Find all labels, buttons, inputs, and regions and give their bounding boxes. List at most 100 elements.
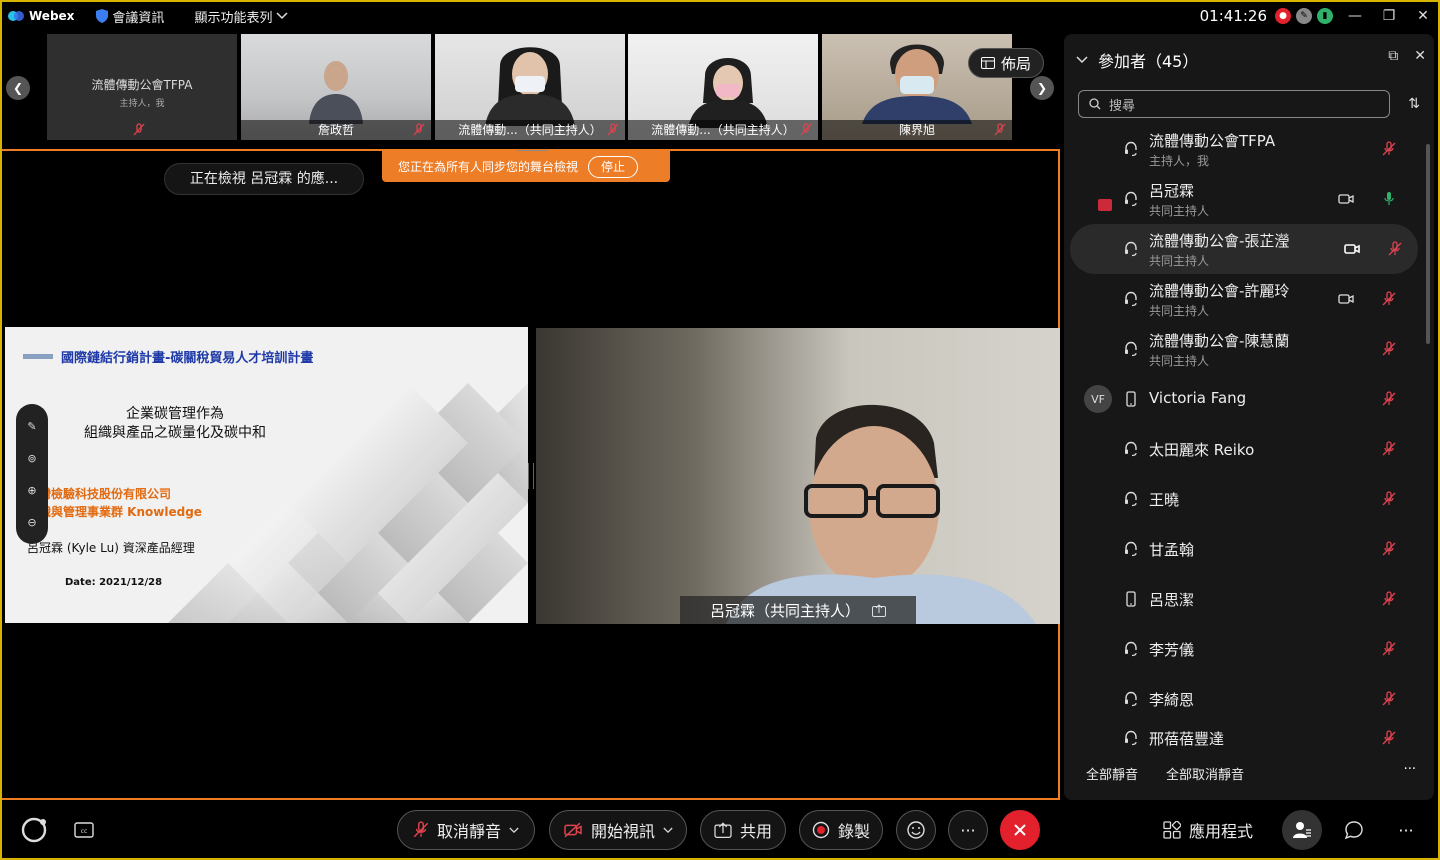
app-name: Webex xyxy=(29,9,75,23)
slide-heading-line: 組織與產品之碳量化及碳中和 xyxy=(84,425,266,441)
record-button[interactable]: 錄製 xyxy=(799,810,883,850)
security-status-icon[interactable]: ✎ xyxy=(1296,8,1312,24)
mic-muted-icon[interactable] xyxy=(1382,141,1396,157)
slide-company: 台灣檢驗科技股份有限公司 知識與管理事業群 Knowledge xyxy=(27,485,202,521)
layout-button[interactable]: 佈局 xyxy=(967,48,1044,78)
thumb-participant[interactable]: 詹政哲 xyxy=(241,34,431,140)
mic-muted-icon[interactable] xyxy=(1388,241,1402,257)
layout-icon xyxy=(980,57,995,69)
participant-row[interactable]: 邢蓓蓓豐達 xyxy=(1064,724,1424,754)
show-menu-label: 顯示功能表列 xyxy=(194,10,273,26)
mic-muted-icon[interactable] xyxy=(1382,591,1396,607)
participant-row[interactable]: 李芳儀 xyxy=(1064,624,1424,674)
more-panels-button[interactable]: ··· xyxy=(1386,810,1426,850)
participant-name: 流體傳動公會-陳慧蘭 xyxy=(1149,332,1290,350)
shared-content-slide: 國際鏈結行銷計畫-碳關稅貿易人才培訓計畫 企業碳管理作為 組織與產品之碳量化及碳… xyxy=(5,327,528,623)
video-thumbnail-strip: ❮ 流體傳動公會TFPA 主持人，我 詹政哲 流體傳動...（共同主持人） 流體… xyxy=(0,32,1062,146)
viewing-indicator[interactable]: 正在檢視 呂冠霖 的應... xyxy=(164,163,364,195)
captions-button[interactable]: cc xyxy=(64,810,104,850)
participants-panel: 參加者（45） ⧉ ✕ 搜尋 ⇅ 流體傳動公會TFPA 主持人，我 呂冠霖 共同主持… xyxy=(1064,34,1434,800)
mic-muted-icon[interactable] xyxy=(1382,391,1396,407)
network-status-icon[interactable]: ▮ xyxy=(1317,8,1333,24)
webex-assistant-button[interactable] xyxy=(14,810,54,850)
camera-icon[interactable] xyxy=(1344,242,1360,256)
participant-row[interactable]: 太田麗來 Reiko xyxy=(1064,424,1424,474)
thumb-participant[interactable]: 流體傳動...（共同主持人） xyxy=(628,34,818,140)
active-speaker-video[interactable]: 呂冠霖（共同主持人） xyxy=(536,328,1060,624)
strip-next-button[interactable]: ❯ xyxy=(1030,76,1054,100)
zoom-in-icon[interactable]: ⊕ xyxy=(27,484,36,497)
stop-sync-button[interactable]: 停止 xyxy=(588,155,639,178)
chat-button[interactable] xyxy=(1334,810,1374,850)
participants-button[interactable] xyxy=(1282,810,1322,850)
close-window-button[interactable]: ✕ xyxy=(1406,0,1440,32)
participant-search[interactable]: 搜尋 xyxy=(1078,90,1390,118)
mic-muted-icon[interactable] xyxy=(1382,341,1396,357)
mic-muted-icon[interactable] xyxy=(1382,291,1396,307)
unmute-button[interactable]: 取消靜音 xyxy=(397,810,535,850)
participant-row[interactable]: 王曉 xyxy=(1064,474,1424,524)
participant-row[interactable]: 呂思潔 xyxy=(1064,574,1424,624)
sync-banner-text: 您正在為所有人同步您的舞台檢視 xyxy=(398,160,579,174)
pointer-icon[interactable]: ⊚ xyxy=(27,452,36,465)
zoom-out-icon[interactable]: ⊖ xyxy=(27,516,36,529)
unmute-all-button[interactable]: 全部取消靜音 xyxy=(1166,764,1244,783)
mic-muted-icon[interactable] xyxy=(1382,491,1396,507)
share-button[interactable]: 共用 xyxy=(700,810,786,850)
thumb-self[interactable]: 流體傳動公會TFPA 主持人，我 xyxy=(47,34,237,140)
headset-icon xyxy=(1125,241,1137,257)
apps-button[interactable]: 應用程式 xyxy=(1152,810,1264,850)
show-menu-button[interactable]: 顯示功能表列 xyxy=(194,7,288,26)
pen-icon[interactable]: ✎ xyxy=(27,420,36,433)
mic-muted-icon[interactable] xyxy=(1382,541,1396,557)
mic-muted-icon[interactable] xyxy=(1382,691,1396,707)
participant-row[interactable]: 甘孟翰 xyxy=(1064,524,1424,574)
participant-row[interactable]: 流體傳動公會-陳慧蘭 共同主持人 xyxy=(1064,324,1424,374)
mute-all-button[interactable]: 全部靜音 xyxy=(1086,764,1138,783)
mic-muted-icon[interactable] xyxy=(1382,641,1396,657)
split-divider-handle[interactable] xyxy=(528,463,534,489)
participant-role: 共同主持人 xyxy=(1149,204,1210,218)
thumb-participant[interactable]: 流體傳動...（共同主持人） xyxy=(435,34,625,140)
more-options-button[interactable]: ··· xyxy=(948,810,988,850)
leave-meeting-button[interactable] xyxy=(1000,810,1040,850)
thumb-name: 流體傳動...（共同主持人） xyxy=(628,120,818,140)
participant-list-scrollbar[interactable] xyxy=(1426,144,1430,344)
panel-header[interactable]: 參加者（45） xyxy=(1076,48,1198,72)
participant-name: 太田麗來 Reiko xyxy=(1149,441,1255,459)
meeting-info-button[interactable]: 會議資訊 xyxy=(96,7,164,26)
recording-status-icon[interactable]: ● xyxy=(1275,8,1291,24)
popout-icon[interactable]: ⧉ xyxy=(1388,48,1398,64)
reactions-button[interactable] xyxy=(896,810,936,850)
meeting-clock: 01:41:26 xyxy=(1199,7,1267,25)
slide-company-line: 台灣檢驗科技股份有限公司 xyxy=(27,487,172,501)
mic-muted-icon xyxy=(413,821,429,838)
mic-muted-icon[interactable] xyxy=(1382,730,1396,746)
participant-row[interactable]: 呂冠霖 共同主持人 xyxy=(1064,174,1424,224)
video-off-icon xyxy=(564,822,582,838)
close-panel-icon[interactable]: ✕ xyxy=(1414,48,1426,64)
participant-row[interactable]: 流體傳動公會TFPA 主持人，我 xyxy=(1064,124,1424,174)
close-icon xyxy=(1014,824,1026,836)
participant-row[interactable]: 李綺恩 xyxy=(1064,674,1424,724)
participant-row[interactable]: 流體傳動公會-許麗玲 共同主持人 xyxy=(1064,274,1424,324)
panel-more-button[interactable]: ··· xyxy=(1404,762,1416,777)
mic-active-icon[interactable] xyxy=(1382,191,1396,207)
minimize-button[interactable]: — xyxy=(1338,0,1372,32)
restore-button[interactable]: ❐ xyxy=(1372,0,1406,32)
chat-icon xyxy=(1344,821,1363,840)
headset-icon xyxy=(1125,291,1137,307)
avatar: VF xyxy=(1084,385,1112,413)
participant-row[interactable]: VF Victoria Fang xyxy=(1064,374,1424,424)
strip-prev-button[interactable]: ❮ xyxy=(6,76,30,100)
sharing-indicator-icon xyxy=(1098,199,1112,211)
meeting-controls: cc 取消靜音 開始視訊 共用 錄製 ··· 應用程式 ··· xyxy=(0,802,1440,860)
slide-company-line: 知識與管理事業群 Knowledge xyxy=(27,505,202,519)
participant-row[interactable]: 流體傳動公會-張芷瀅 共同主持人 xyxy=(1070,224,1418,274)
start-video-button[interactable]: 開始視訊 xyxy=(549,810,687,850)
mic-muted-icon[interactable] xyxy=(1382,441,1396,457)
thumb-name: 詹政哲 xyxy=(241,120,431,140)
sort-icon[interactable]: ⇅ xyxy=(1408,96,1420,112)
unmute-label: 取消靜音 xyxy=(436,822,501,841)
app-logo: Webex xyxy=(8,8,74,24)
